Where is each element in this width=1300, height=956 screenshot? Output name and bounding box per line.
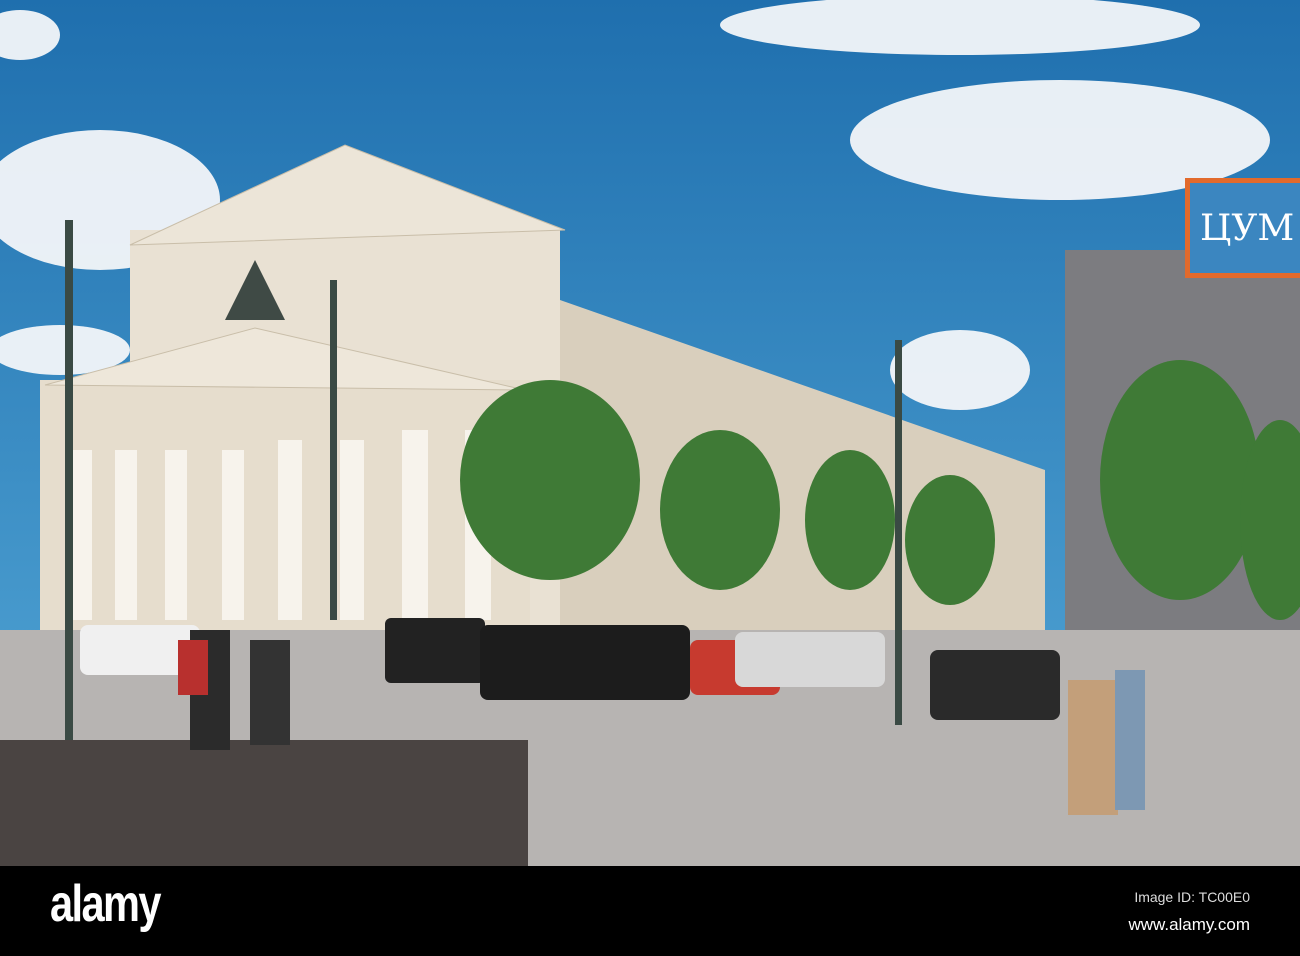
- svg-text:ЦУМ: ЦУМ: [1200, 208, 1294, 249]
- photo-bolshoi-theatre: ЦУМ: [0, 0, 1300, 866]
- image-id: Image ID: TC00E0: [1134, 889, 1250, 905]
- alamy-logo: alamy: [50, 875, 162, 933]
- website: www.alamy.com: [1128, 915, 1250, 934]
- watermark-bar: alamy Image ID: TC00E0 www.alamy.com: [0, 866, 1300, 956]
- granite-wall: [0, 740, 528, 866]
